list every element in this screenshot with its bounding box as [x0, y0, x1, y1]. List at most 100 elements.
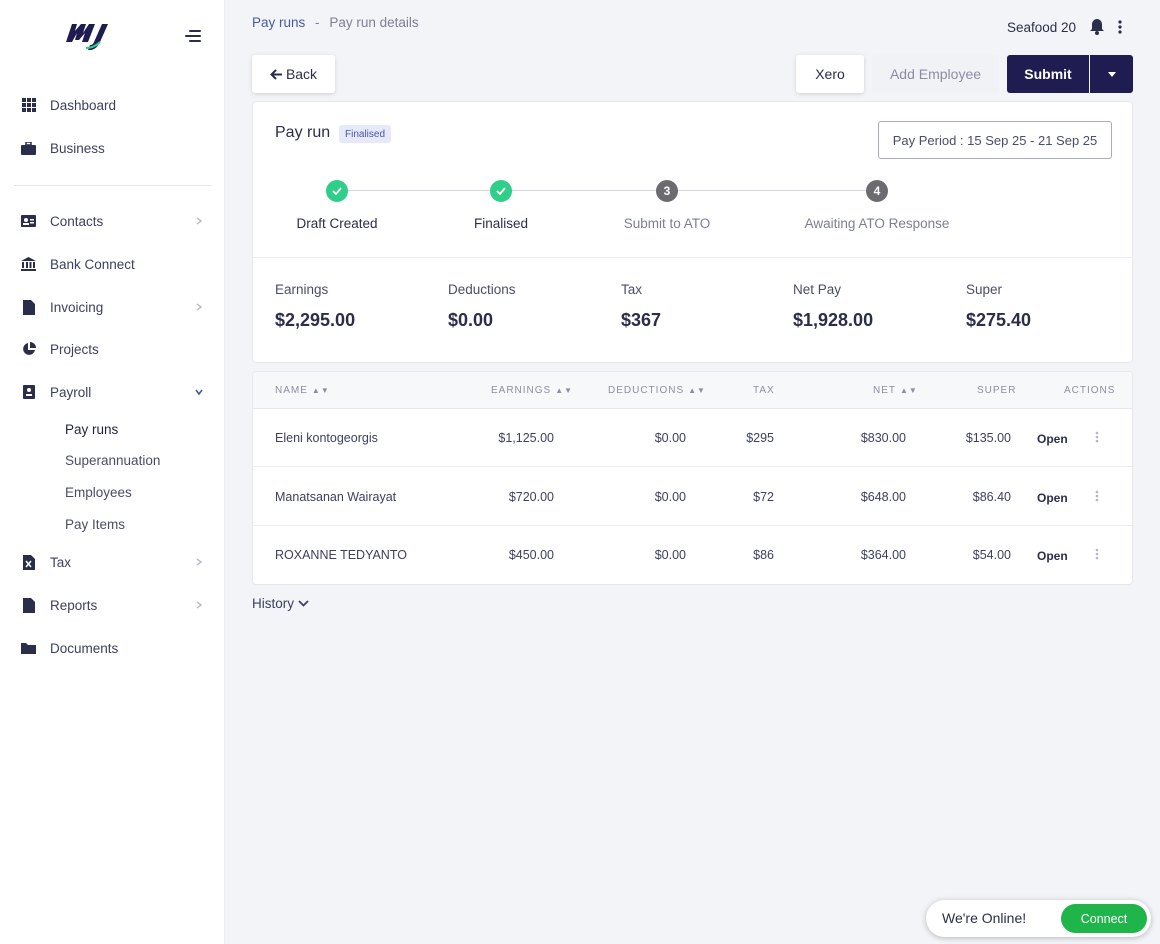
- step-connector: [348, 190, 490, 191]
- open-link[interactable]: Open: [1037, 432, 1068, 446]
- cell-name: ROXANNE TEDYANTO: [275, 548, 407, 562]
- tax-file-icon: [21, 554, 36, 570]
- contact-card-icon: [21, 214, 36, 229]
- cell-net: $364.00: [860, 548, 906, 562]
- sidebar-item-invoicing[interactable]: Invoicing: [0, 292, 225, 322]
- step-2-check-icon: [490, 180, 512, 202]
- cell-super: $54.00: [972, 548, 1011, 562]
- sidebar-item-label: Projects: [50, 341, 99, 357]
- header-actions: Seafood 20: [1007, 19, 1122, 35]
- cell-earnings: $450.00: [508, 548, 554, 562]
- sidebar-item-label: Invoicing: [50, 299, 104, 315]
- step-connector: [678, 190, 866, 191]
- chevron-down-icon: [298, 600, 309, 607]
- sidebar-subitem-pay-items[interactable]: Pay Items: [65, 517, 125, 532]
- cell-name: Eleni kontogeorgis: [275, 431, 378, 445]
- column-header-tax: TAX: [753, 385, 775, 396]
- cell-deductions: $0.00: [654, 490, 686, 504]
- cell-tax: $295: [746, 431, 774, 445]
- summary-value-net-pay: $1,928.00: [793, 310, 874, 330]
- sidebar-item-label: Documents: [50, 640, 119, 656]
- sidebar-item-label: Dashboard: [50, 97, 117, 113]
- breadcrumb: Pay runs - Pay run details: [252, 15, 419, 30]
- sidebar-divider: [14, 185, 211, 186]
- sort-icon: ▲▼: [555, 385, 574, 395]
- status-badge: Finalised: [339, 125, 392, 143]
- document-icon: [21, 299, 36, 315]
- pay-run-card: Pay run Finalised Pay Period : 15 Sep 25…: [252, 101, 1133, 363]
- sort-icon: ▲▼: [688, 385, 706, 395]
- chat-connect-button[interactable]: Connect: [1061, 904, 1147, 933]
- pay-period-button[interactable]: Pay Period : 15 Sep 25 - 21 Sep 25: [878, 121, 1112, 159]
- step-3-number: 3: [656, 180, 678, 202]
- sidebar-item-bank-connect[interactable]: Bank Connect: [0, 249, 225, 279]
- organization-name[interactable]: Seafood 20: [1007, 20, 1076, 35]
- caret-down-icon: [1107, 71, 1116, 77]
- cell-super: $135.00: [965, 431, 1011, 445]
- breadcrumb-link-pay-runs[interactable]: Pay runs: [252, 15, 305, 30]
- sidebar: Dashboard Business Contacts Bank Connect…: [0, 0, 225, 944]
- column-header-net[interactable]: NET ▲▼: [873, 385, 918, 396]
- sidebar-item-documents[interactable]: Documents: [0, 633, 225, 663]
- sidebar-item-contacts[interactable]: Contacts: [0, 206, 225, 236]
- cell-name: Manatsanan Wairayat: [275, 490, 397, 504]
- summary-label-tax: Tax: [621, 282, 643, 297]
- sidebar-item-business[interactable]: Business: [0, 133, 225, 163]
- cell-deductions: $0.00: [654, 548, 686, 562]
- step-connector: [512, 190, 656, 191]
- chevron-right-icon: [196, 558, 203, 566]
- sidebar-item-label: Business: [50, 140, 105, 156]
- column-header-actions: ACTIONS: [1064, 385, 1116, 396]
- column-header-deductions[interactable]: DEDUCTIONS ▲▼: [608, 385, 706, 396]
- folder-icon: [21, 641, 36, 656]
- card-divider: [253, 257, 1132, 258]
- open-link[interactable]: Open: [1037, 491, 1068, 505]
- bell-icon[interactable]: [1090, 19, 1104, 35]
- table-row[interactable]: Eleni kontogeorgis $1,125.00 $0.00 $295 …: [253, 409, 1132, 467]
- submit-button[interactable]: Submit: [1007, 55, 1089, 93]
- sidebar-subitem-pay-runs[interactable]: Pay runs: [65, 422, 118, 437]
- add-employee-button[interactable]: Add Employee: [872, 55, 999, 93]
- sort-icon: ▲▼: [311, 385, 330, 395]
- back-button[interactable]: Back: [252, 55, 335, 93]
- row-more-icon[interactable]: [1095, 490, 1099, 502]
- table-row[interactable]: ROXANNE TEDYANTO $450.00 $0.00 $86 $364.…: [253, 526, 1132, 584]
- payroll-icon: [21, 385, 36, 400]
- sidebar-item-projects[interactable]: Projects: [0, 334, 225, 364]
- history-toggle[interactable]: History: [252, 596, 309, 611]
- sidebar-item-tax[interactable]: Tax: [0, 547, 225, 577]
- submit-dropdown-button[interactable]: [1090, 55, 1133, 93]
- sidebar-subitem-superannuation[interactable]: Superannuation: [65, 453, 160, 468]
- chat-status-text: We're Online!: [942, 910, 1027, 926]
- step-4-number: 4: [866, 180, 888, 202]
- open-link[interactable]: Open: [1037, 549, 1068, 563]
- row-more-icon[interactable]: [1095, 431, 1099, 443]
- cell-net: $830.00: [860, 431, 906, 445]
- more-vertical-icon[interactable]: [1118, 20, 1122, 34]
- step-1-check-icon: [326, 180, 348, 202]
- chevron-right-icon: [196, 217, 203, 225]
- history-label: History: [252, 596, 295, 611]
- chat-widget: We're Online! Connect: [926, 900, 1151, 937]
- sidebar-item-dashboard[interactable]: Dashboard: [0, 90, 225, 120]
- sidebar-item-label: Contacts: [50, 213, 104, 229]
- sidebar-subitem-employees[interactable]: Employees: [65, 485, 132, 500]
- sidebar-item-payroll[interactable]: Payroll: [0, 377, 225, 407]
- summary-label-earnings: Earnings: [275, 282, 329, 297]
- sidebar-item-label: Payroll: [50, 384, 92, 400]
- column-header-name[interactable]: NAME ▲▼: [275, 385, 330, 396]
- card-title: Pay run: [275, 124, 331, 141]
- column-header-earnings[interactable]: EARNINGS ▲▼: [491, 385, 573, 396]
- step-label: Draft Created: [296, 216, 378, 231]
- table-row[interactable]: Manatsanan Wairayat $720.00 $0.00 $72 $6…: [253, 468, 1132, 526]
- my-logo-icon[interactable]: [64, 18, 114, 52]
- step-label: Awaiting ATO Response: [804, 216, 950, 231]
- hamburger-icon[interactable]: [185, 30, 203, 42]
- sidebar-item-reports[interactable]: Reports: [0, 590, 225, 620]
- xero-button[interactable]: Xero: [796, 55, 864, 93]
- summary-label-net-pay: Net Pay: [793, 282, 842, 297]
- row-more-icon[interactable]: [1095, 548, 1099, 560]
- grid-icon: [21, 98, 36, 113]
- pie-chart-icon: [21, 342, 36, 357]
- cell-earnings: $1,125.00: [498, 431, 554, 445]
